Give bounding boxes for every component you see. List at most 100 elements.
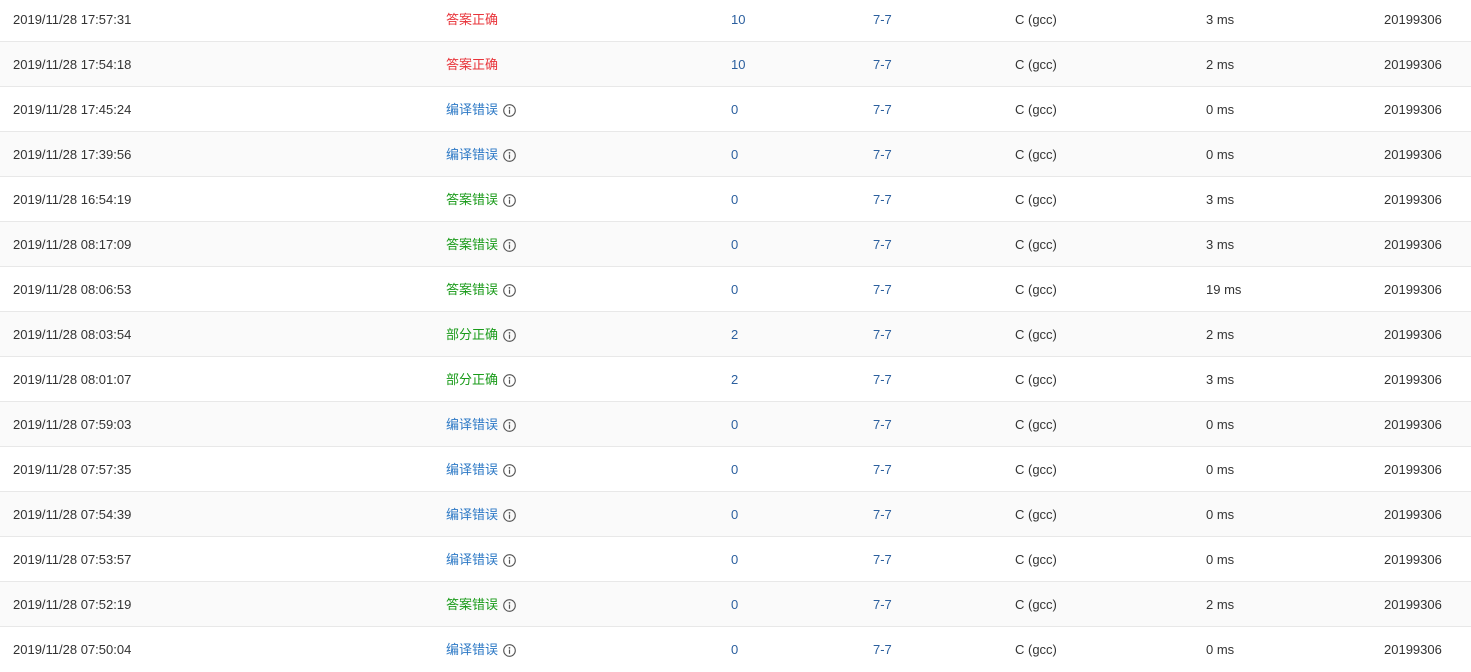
- language: C (gcc): [1015, 507, 1057, 522]
- language: C (gcc): [1015, 552, 1057, 567]
- time-used: 3 ms: [1206, 372, 1235, 387]
- info-icon[interactable]: [503, 464, 516, 477]
- submit-time: 2019/11/28 17:57:31: [13, 12, 132, 27]
- language: C (gcc): [1015, 372, 1057, 387]
- status-link[interactable]: 编译错误: [446, 492, 498, 537]
- problem-link[interactable]: 7-7: [873, 447, 892, 492]
- problem-link[interactable]: 7-7: [873, 627, 892, 672]
- score-link[interactable]: 0: [731, 447, 738, 492]
- time-used: 19 ms: [1206, 282, 1242, 297]
- problem-link[interactable]: 7-7: [873, 177, 892, 222]
- score-link[interactable]: 0: [731, 267, 738, 312]
- info-icon[interactable]: [503, 104, 516, 117]
- problem-link[interactable]: 7-7: [873, 87, 892, 132]
- problem-link[interactable]: 7-7: [873, 582, 892, 627]
- submit-time: 2019/11/28 07:53:57: [13, 552, 132, 567]
- user-id: 20199306: [1384, 192, 1442, 207]
- status-link[interactable]: 答案错误: [446, 222, 498, 267]
- submission-table: 2019/11/28 17:57:31 答案正确 10 7-7 C (gcc) …: [0, 0, 1471, 672]
- status-cell: 答案错误: [446, 222, 516, 267]
- score-link[interactable]: 0: [731, 87, 738, 132]
- info-icon[interactable]: [503, 194, 516, 207]
- time-used: 2 ms: [1206, 57, 1235, 72]
- info-icon[interactable]: [503, 509, 516, 522]
- info-icon[interactable]: [503, 329, 516, 342]
- time-used: 3 ms: [1206, 237, 1235, 252]
- problem-link[interactable]: 7-7: [873, 42, 892, 87]
- status-cell: 部分正确: [446, 357, 516, 402]
- status-cell: 编译错误: [446, 492, 516, 537]
- problem-link[interactable]: 7-7: [873, 267, 892, 312]
- table-row: 2019/11/28 08:01:07 部分正确 2 7-7 C (gcc) 3…: [0, 357, 1471, 402]
- problem-link[interactable]: 7-7: [873, 132, 892, 177]
- score-link[interactable]: 0: [731, 492, 738, 537]
- score-link[interactable]: 0: [731, 222, 738, 267]
- score-link[interactable]: 0: [731, 177, 738, 222]
- info-icon[interactable]: [503, 239, 516, 252]
- problem-link[interactable]: 7-7: [873, 402, 892, 447]
- status-cell: 答案错误: [446, 582, 516, 627]
- info-icon[interactable]: [503, 419, 516, 432]
- score-link[interactable]: 2: [731, 312, 738, 357]
- submit-time: 2019/11/28 07:59:03: [13, 417, 132, 432]
- status-cell: 编译错误: [446, 447, 516, 492]
- table-row: 2019/11/28 17:39:56 编译错误 0 7-7 C (gcc) 0…: [0, 132, 1471, 177]
- problem-link[interactable]: 7-7: [873, 357, 892, 402]
- score-link[interactable]: 2: [731, 357, 738, 402]
- problem-link[interactable]: 7-7: [873, 222, 892, 267]
- status-link[interactable]: 编译错误: [446, 87, 498, 132]
- info-icon[interactable]: [503, 554, 516, 567]
- status-link[interactable]: 答案错误: [446, 177, 498, 222]
- status-link[interactable]: 答案正确: [446, 42, 498, 87]
- language: C (gcc): [1015, 282, 1057, 297]
- status-link[interactable]: 部分正确: [446, 357, 498, 402]
- table-row: 2019/11/28 07:53:57 编译错误 0 7-7 C (gcc) 0…: [0, 537, 1471, 582]
- status-cell: 编译错误: [446, 132, 516, 177]
- status-cell: 编译错误: [446, 402, 516, 447]
- status-link[interactable]: 编译错误: [446, 402, 498, 447]
- problem-link[interactable]: 7-7: [873, 537, 892, 582]
- table-row: 2019/11/28 17:45:24 编译错误 0 7-7 C (gcc) 0…: [0, 87, 1471, 132]
- submit-time: 2019/11/28 07:54:39: [13, 507, 132, 522]
- status-link[interactable]: 部分正确: [446, 312, 498, 357]
- status-link[interactable]: 编译错误: [446, 627, 498, 672]
- problem-link[interactable]: 7-7: [873, 492, 892, 537]
- language: C (gcc): [1015, 102, 1057, 117]
- problem-link[interactable]: 7-7: [873, 0, 892, 42]
- table-row: 2019/11/28 16:54:19 答案错误 0 7-7 C (gcc) 3…: [0, 177, 1471, 222]
- language: C (gcc): [1015, 237, 1057, 252]
- status-link[interactable]: 答案错误: [446, 267, 498, 312]
- info-icon[interactable]: [503, 644, 516, 657]
- table-row: 2019/11/28 07:52:19 答案错误 0 7-7 C (gcc) 2…: [0, 582, 1471, 627]
- language: C (gcc): [1015, 417, 1057, 432]
- time-used: 0 ms: [1206, 507, 1235, 522]
- score-link[interactable]: 0: [731, 627, 738, 672]
- status-link[interactable]: 编译错误: [446, 537, 498, 582]
- problem-link[interactable]: 7-7: [873, 312, 892, 357]
- language: C (gcc): [1015, 327, 1057, 342]
- table-row: 2019/11/28 07:57:35 编译错误 0 7-7 C (gcc) 0…: [0, 447, 1471, 492]
- time-used: 0 ms: [1206, 462, 1235, 477]
- info-icon[interactable]: [503, 149, 516, 162]
- status-link[interactable]: 答案正确: [446, 0, 498, 42]
- status-cell: 答案正确: [446, 0, 498, 42]
- info-icon[interactable]: [503, 284, 516, 297]
- user-id: 20199306: [1384, 597, 1442, 612]
- status-link[interactable]: 编译错误: [446, 447, 498, 492]
- info-icon[interactable]: [503, 599, 516, 612]
- score-link[interactable]: 10: [731, 42, 745, 87]
- submit-time: 2019/11/28 08:01:07: [13, 372, 132, 387]
- submit-time: 2019/11/28 07:52:19: [13, 597, 132, 612]
- status-link[interactable]: 编译错误: [446, 132, 498, 177]
- score-link[interactable]: 0: [731, 132, 738, 177]
- score-link[interactable]: 0: [731, 402, 738, 447]
- time-used: 2 ms: [1206, 327, 1235, 342]
- score-link[interactable]: 10: [731, 0, 745, 42]
- score-link[interactable]: 0: [731, 537, 738, 582]
- info-icon[interactable]: [503, 374, 516, 387]
- score-link[interactable]: 0: [731, 582, 738, 627]
- status-link[interactable]: 答案错误: [446, 582, 498, 627]
- user-id: 20199306: [1384, 147, 1442, 162]
- user-id: 20199306: [1384, 642, 1442, 657]
- user-id: 20199306: [1384, 552, 1442, 567]
